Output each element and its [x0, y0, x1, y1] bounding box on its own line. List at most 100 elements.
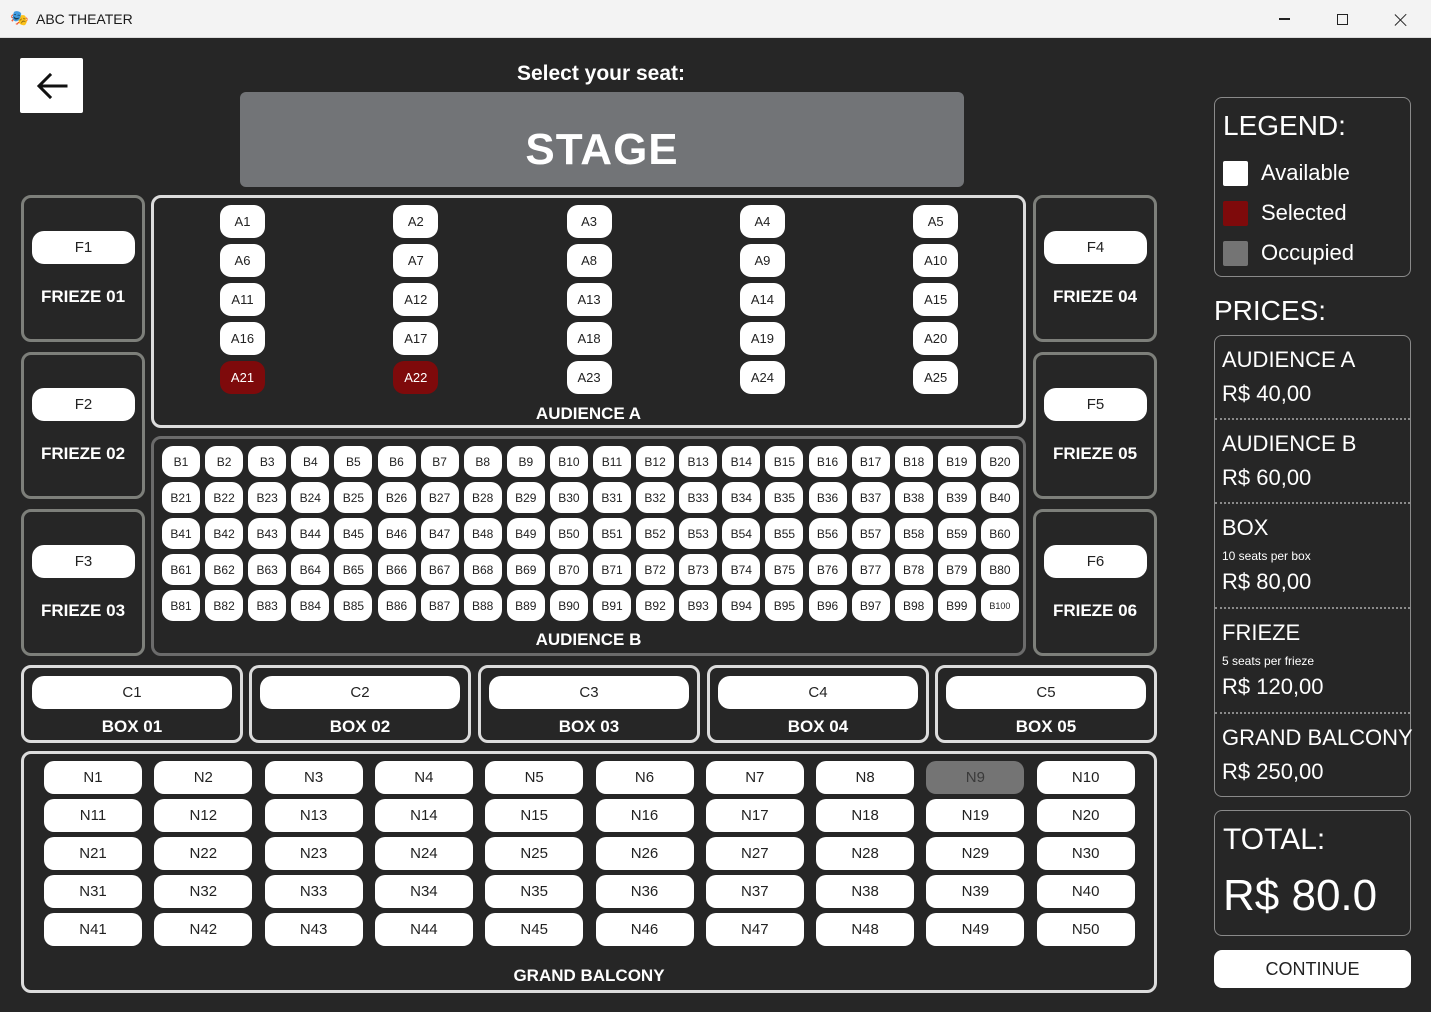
seat-n36[interactable]: N36 — [595, 875, 694, 908]
seat-b61[interactable]: B61 — [162, 554, 200, 585]
seat-b90[interactable]: B90 — [549, 590, 588, 621]
seat-b91[interactable]: B91 — [593, 590, 631, 621]
seat-b82[interactable]: B82 — [205, 590, 244, 621]
seat-b73[interactable]: B73 — [679, 554, 718, 585]
seat-a10[interactable]: A10 — [913, 244, 959, 277]
seat-n35[interactable]: N35 — [485, 875, 584, 908]
seat-n23[interactable]: N23 — [264, 837, 363, 870]
seat-b92[interactable]: B92 — [636, 590, 675, 621]
seat-a4[interactable]: A4 — [739, 205, 785, 238]
seat-b16[interactable]: B16 — [808, 446, 847, 477]
seat-c3[interactable]: C3 — [489, 676, 689, 709]
seat-a24[interactable]: A24 — [739, 361, 785, 394]
seat-n5[interactable]: N5 — [485, 761, 584, 794]
seat-b15[interactable]: B15 — [765, 446, 804, 477]
seat-n17[interactable]: N17 — [705, 799, 804, 832]
seat-b51[interactable]: B51 — [593, 518, 631, 549]
seat-a5[interactable]: A5 — [913, 205, 959, 238]
seat-a3[interactable]: A3 — [566, 205, 612, 238]
seat-b27[interactable]: B27 — [420, 482, 459, 513]
seat-b38[interactable]: B38 — [894, 482, 933, 513]
seat-b22[interactable]: B22 — [205, 482, 244, 513]
seat-n29[interactable]: N29 — [926, 837, 1025, 870]
seat-b2[interactable]: B2 — [205, 446, 244, 477]
seat-b55[interactable]: B55 — [765, 518, 804, 549]
seat-b1[interactable]: B1 — [162, 446, 200, 477]
seat-b75[interactable]: B75 — [765, 554, 804, 585]
seat-b26[interactable]: B26 — [377, 482, 416, 513]
seat-n21[interactable]: N21 — [44, 837, 142, 870]
seat-c5[interactable]: C5 — [946, 676, 1146, 709]
seat-b65[interactable]: B65 — [334, 554, 373, 585]
seat-b32[interactable]: B32 — [636, 482, 675, 513]
seat-b34[interactable]: B34 — [722, 482, 761, 513]
seat-b96[interactable]: B96 — [808, 590, 847, 621]
seat-b41[interactable]: B41 — [162, 518, 200, 549]
seat-a16[interactable]: A16 — [220, 322, 265, 355]
seat-b7[interactable]: B7 — [420, 446, 459, 477]
seat-a23[interactable]: A23 — [566, 361, 612, 394]
seat-b19[interactable]: B19 — [937, 446, 976, 477]
seat-n43[interactable]: N43 — [264, 913, 363, 946]
seat-a12[interactable]: A12 — [393, 283, 439, 316]
seat-b70[interactable]: B70 — [549, 554, 588, 585]
seat-b6[interactable]: B6 — [377, 446, 416, 477]
seat-b72[interactable]: B72 — [636, 554, 675, 585]
close-button[interactable] — [1371, 0, 1429, 38]
seat-b40[interactable]: B40 — [980, 482, 1019, 513]
seat-n1[interactable]: N1 — [44, 761, 142, 794]
seat-a20[interactable]: A20 — [913, 322, 959, 355]
seat-n27[interactable]: N27 — [705, 837, 804, 870]
seat-b39[interactable]: B39 — [937, 482, 976, 513]
seat-b12[interactable]: B12 — [636, 446, 675, 477]
seat-n50[interactable]: N50 — [1036, 913, 1135, 946]
seat-b66[interactable]: B66 — [377, 554, 416, 585]
seat-n32[interactable]: N32 — [154, 875, 253, 908]
seat-c2[interactable]: C2 — [260, 676, 460, 709]
seat-n20[interactable]: N20 — [1036, 799, 1135, 832]
seat-b4[interactable]: B4 — [291, 446, 330, 477]
seat-b97[interactable]: B97 — [851, 590, 890, 621]
seat-a22[interactable]: A22 — [393, 361, 439, 394]
seat-f6[interactable]: F6 — [1044, 545, 1147, 578]
seat-n13[interactable]: N13 — [264, 799, 363, 832]
seat-b99[interactable]: B99 — [937, 590, 976, 621]
seat-n41[interactable]: N41 — [44, 913, 142, 946]
seat-n34[interactable]: N34 — [374, 875, 473, 908]
back-button[interactable] — [20, 58, 83, 113]
seat-b42[interactable]: B42 — [205, 518, 244, 549]
seat-f1[interactable]: F1 — [32, 231, 135, 264]
seat-a1[interactable]: A1 — [220, 205, 265, 238]
minimize-button[interactable] — [1255, 0, 1313, 38]
seat-b37[interactable]: B37 — [851, 482, 890, 513]
seat-b21[interactable]: B21 — [162, 482, 200, 513]
seat-b53[interactable]: B53 — [679, 518, 718, 549]
seat-n39[interactable]: N39 — [926, 875, 1025, 908]
seat-b100[interactable]: B100 — [980, 590, 1019, 621]
seat-b89[interactable]: B89 — [506, 590, 545, 621]
seat-n9[interactable]: N9 — [926, 761, 1025, 794]
seat-a6[interactable]: A6 — [220, 244, 265, 277]
seat-b29[interactable]: B29 — [506, 482, 545, 513]
seat-a18[interactable]: A18 — [566, 322, 612, 355]
seat-b14[interactable]: B14 — [722, 446, 761, 477]
seat-n26[interactable]: N26 — [595, 837, 694, 870]
seat-b85[interactable]: B85 — [334, 590, 373, 621]
seat-b36[interactable]: B36 — [808, 482, 847, 513]
seat-f4[interactable]: F4 — [1044, 231, 1147, 264]
seat-n37[interactable]: N37 — [705, 875, 804, 908]
seat-b20[interactable]: B20 — [980, 446, 1019, 477]
continue-button[interactable]: CONTINUE — [1214, 950, 1411, 988]
seat-b95[interactable]: B95 — [765, 590, 804, 621]
seat-b8[interactable]: B8 — [463, 446, 502, 477]
seat-b23[interactable]: B23 — [248, 482, 287, 513]
seat-n25[interactable]: N25 — [485, 837, 584, 870]
seat-b24[interactable]: B24 — [291, 482, 330, 513]
seat-b93[interactable]: B93 — [679, 590, 718, 621]
seat-b57[interactable]: B57 — [851, 518, 890, 549]
seat-n4[interactable]: N4 — [374, 761, 473, 794]
seat-a8[interactable]: A8 — [566, 244, 612, 277]
seat-b81[interactable]: B81 — [162, 590, 200, 621]
seat-n48[interactable]: N48 — [816, 913, 915, 946]
seat-b87[interactable]: B87 — [420, 590, 459, 621]
